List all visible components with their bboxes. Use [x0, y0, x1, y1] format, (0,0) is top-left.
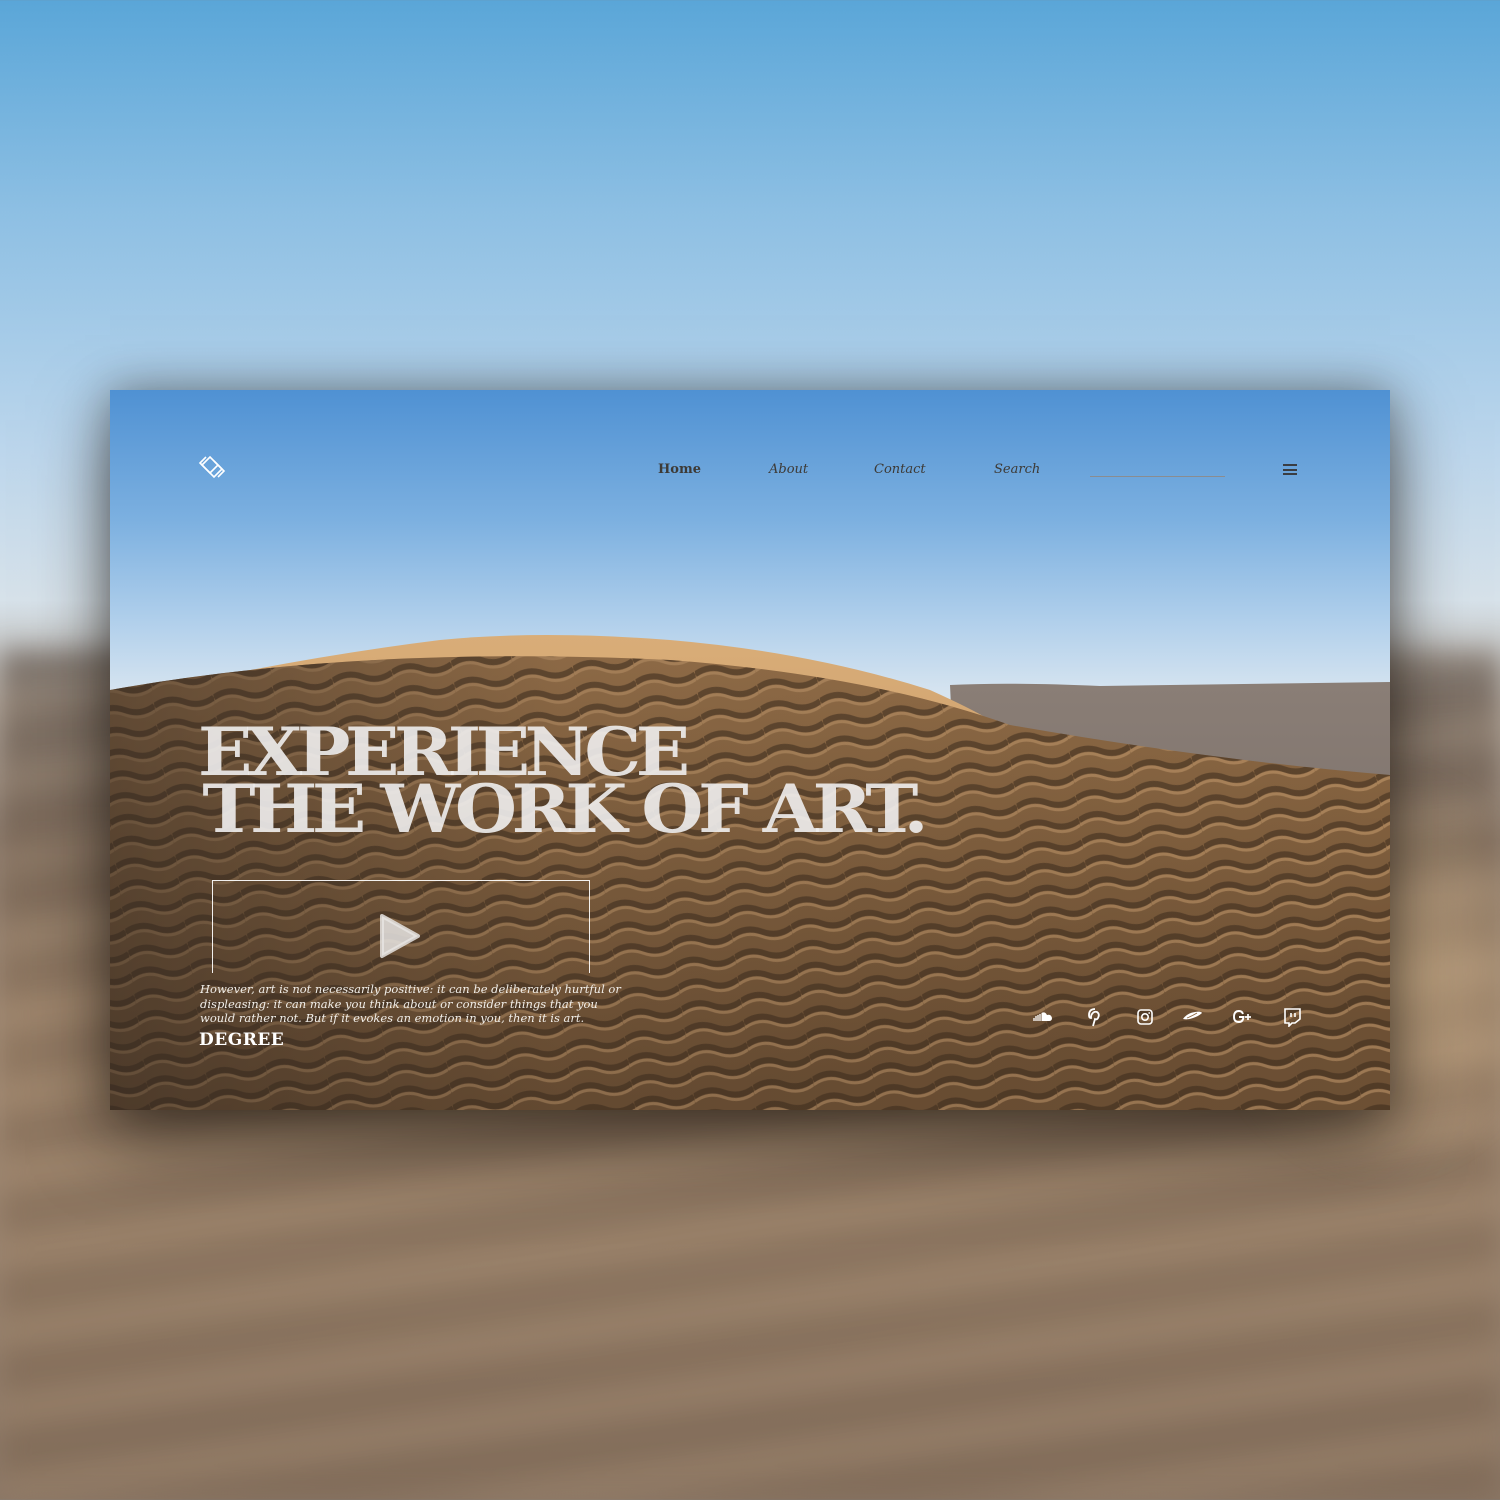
nav-search-link[interactable]: Search — [994, 462, 1040, 477]
hamburger-menu-icon[interactable] — [1283, 464, 1297, 475]
hero-description: However, art is not necessarily positive… — [200, 982, 621, 1025]
hero-headline: EXPERIENCE THE WORK OF ART. — [198, 719, 928, 848]
nav-home-link[interactable]: Home — [658, 462, 701, 477]
google-plus-icon[interactable] — [1231, 1007, 1253, 1027]
search-underline — [1090, 476, 1225, 477]
instagram-icon[interactable] — [1134, 1007, 1156, 1027]
twitch-icon[interactable] — [1281, 1007, 1303, 1027]
website-mockup: Home About Contact Search EXPERIENCE THE… — [110, 390, 1390, 1110]
soundcloud-icon[interactable] — [1032, 1007, 1054, 1027]
nav-about-link[interactable]: About — [769, 462, 808, 477]
brand-name: DEGREE — [199, 1030, 285, 1050]
play-icon[interactable] — [378, 912, 422, 960]
diamond-logo-icon[interactable] — [196, 453, 228, 481]
codepen-icon[interactable] — [1181, 1007, 1203, 1027]
pinterest-icon[interactable] — [1084, 1007, 1106, 1027]
nav-contact-link[interactable]: Contact — [874, 462, 926, 477]
search-input[interactable] — [1090, 456, 1225, 476]
headline-line-2: THE WORK OF ART. — [202, 770, 928, 848]
